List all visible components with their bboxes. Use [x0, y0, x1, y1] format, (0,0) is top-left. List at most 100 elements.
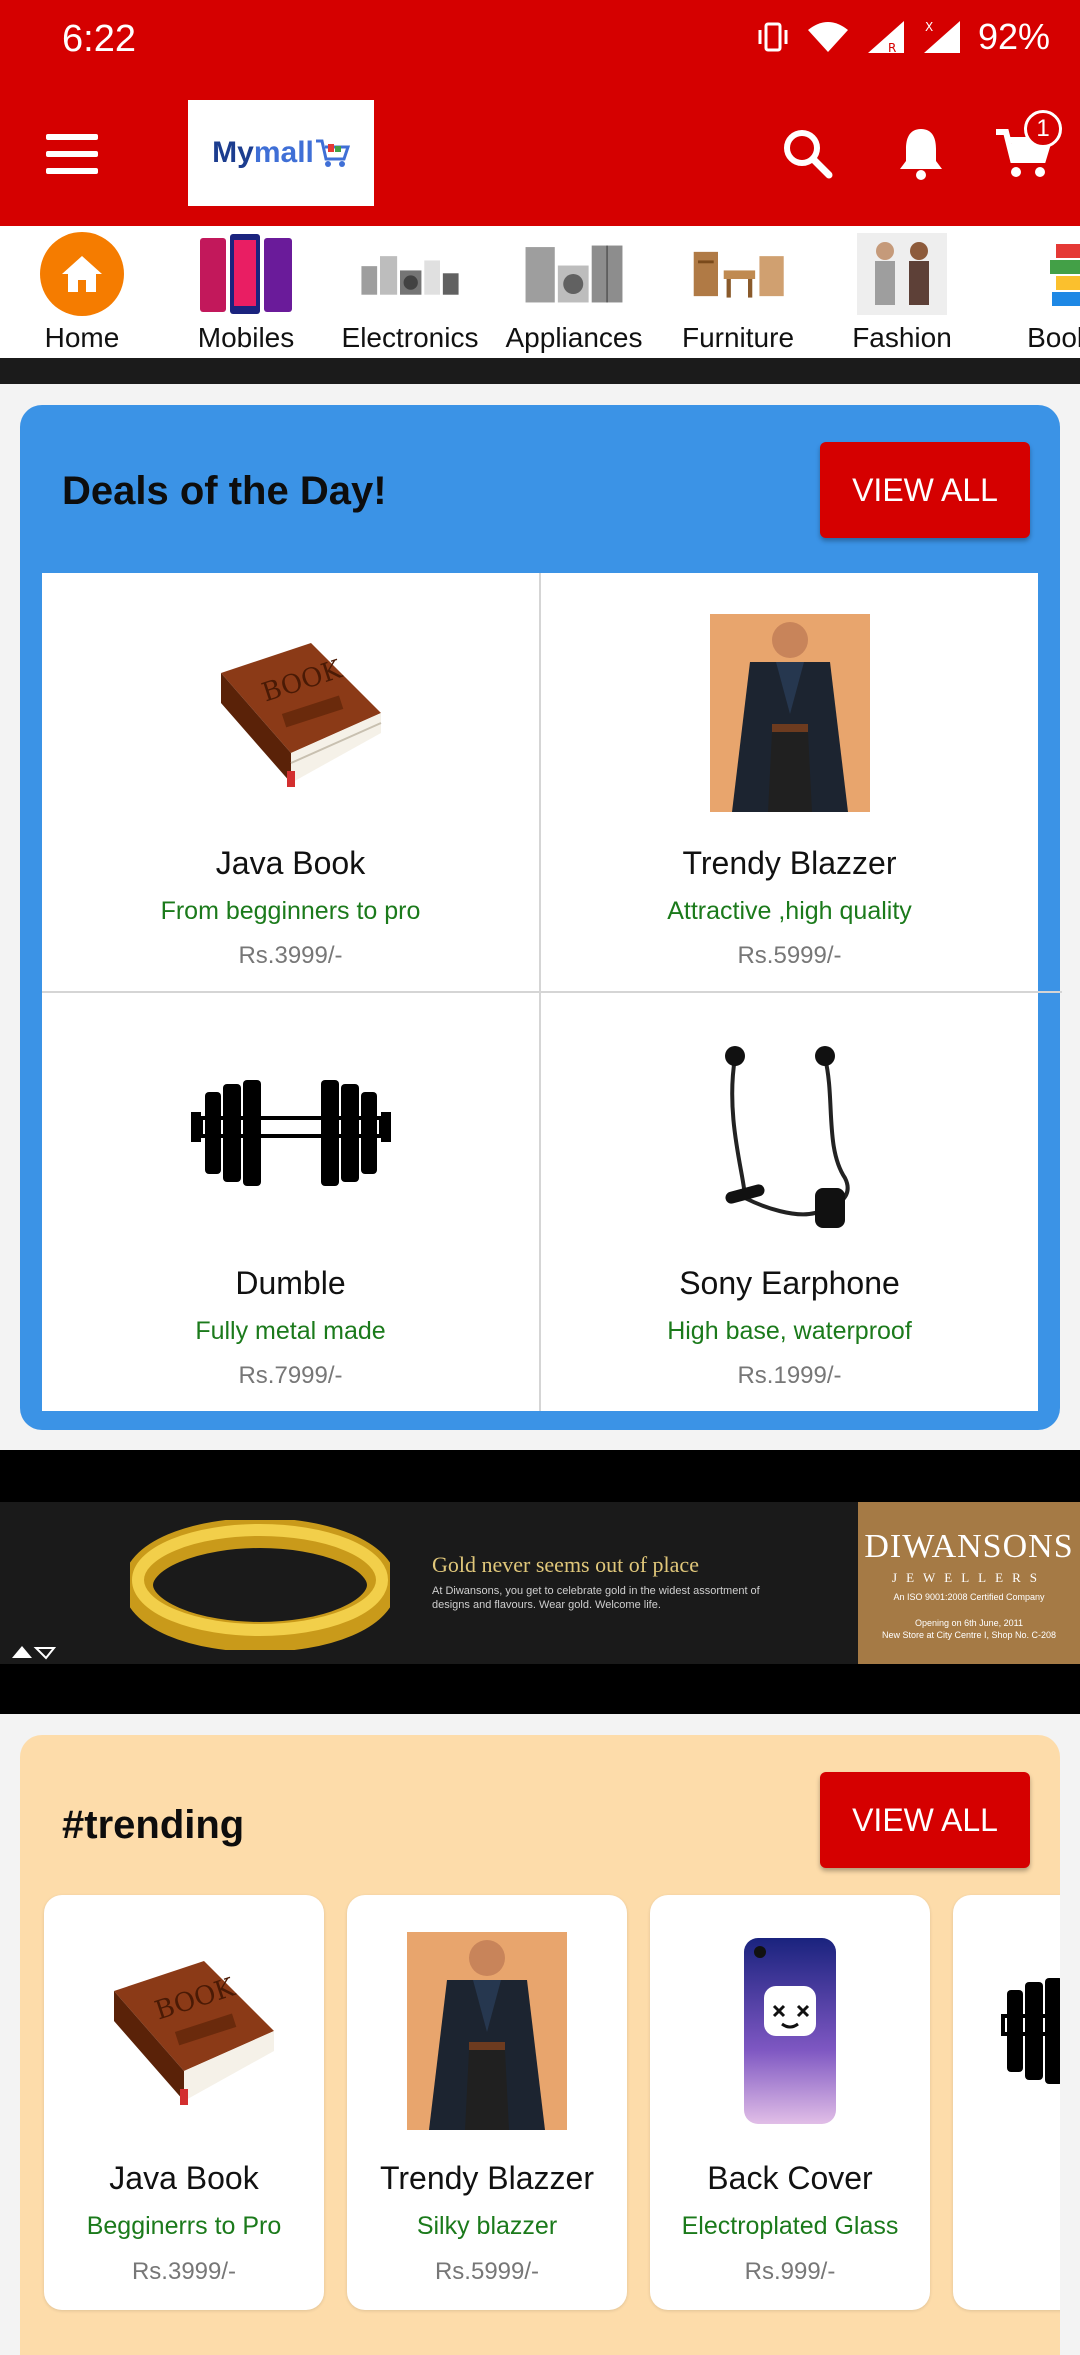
wifi-icon	[807, 22, 848, 52]
earphone-icon	[541, 1033, 1038, 1233]
gold-bangle-icon	[130, 1520, 390, 1650]
notifications-button[interactable]	[888, 120, 954, 186]
deal-price: Rs.7999/-	[238, 1362, 343, 1389]
carousel-banner-peek[interactable]	[0, 358, 1080, 384]
trending-description: Silky blazzer	[416, 2212, 558, 2240]
ad-certification: An ISO 9001:2008 Certified Company	[893, 1592, 1045, 1602]
category-label: Books	[1027, 322, 1080, 353]
deal-item[interactable]: Trendy Blazzer Attractive ,high quality …	[541, 573, 1038, 991]
deal-description: From begginners to pro	[160, 897, 421, 925]
category-furniture[interactable]: Furniture	[658, 232, 818, 358]
trending-name: Java Book	[109, 2160, 259, 2196]
deal-name: Java Book	[215, 845, 366, 881]
trending-item[interactable]: Trendy Blazzer Silky blazzer Rs.5999/-	[347, 1895, 627, 2310]
ad-opening: Opening on 6th June, 2011	[915, 1618, 1023, 1628]
logo-cart-icon	[315, 139, 350, 167]
ad-banner[interactable]: Gold never seems out of place At Diwanso…	[0, 1450, 1080, 1714]
svg-text:R: R	[888, 41, 896, 55]
blazer-icon	[347, 1931, 627, 2131]
dumbbell-icon	[42, 1033, 539, 1233]
fridge-icon	[524, 232, 624, 316]
trending-description: Begginerrs to Pro	[86, 2212, 282, 2240]
category-label: Furniture	[681, 322, 795, 353]
trending-name: Trendy Blazzer	[380, 2160, 594, 2196]
deals-section: Deals of the Day! VIEW ALL BOOK Java Boo…	[20, 405, 1062, 1430]
signal-r-icon: R	[867, 21, 904, 55]
deals-view-all-button[interactable]: VIEW ALL	[820, 442, 1030, 538]
app-logo[interactable]: Mymall	[188, 100, 374, 206]
deal-price: Rs.3999/-	[238, 942, 343, 969]
deal-name: Trendy Blazzer	[682, 845, 897, 881]
ad-subtext: At Diwansons, you get to celebrate gold …	[432, 1585, 760, 1611]
phones-icon	[196, 232, 296, 316]
trending-view-all-button[interactable]: VIEW ALL	[820, 1772, 1030, 1868]
trending-name: Du	[953, 2160, 1060, 2197]
trending-section: #trending VIEW ALL BOOK Java Book Beggin…	[20, 1735, 1060, 2355]
category-books[interactable]: Books	[986, 232, 1080, 358]
books-icon	[1016, 232, 1080, 316]
ad-brand-name: DIWANSONS	[864, 1528, 1074, 1565]
category-home[interactable]: Home	[2, 232, 162, 358]
category-label: Home	[44, 322, 120, 353]
deal-description: Attractive ,high quality	[667, 897, 912, 925]
vibrate-icon	[758, 22, 788, 52]
status-time: 6:22	[62, 18, 136, 60]
ad-slogan: Gold never seems out of place	[432, 1552, 699, 1577]
app-bar: Mymall 1	[0, 80, 1080, 226]
furniture-icon	[688, 232, 788, 316]
deal-name: Sony Earphone	[679, 1265, 900, 1301]
svg-text:X: X	[925, 20, 933, 34]
ad-brand-subtitle: JEWELLERS	[892, 1570, 1046, 1585]
deal-description: Fully metal made	[195, 1317, 386, 1345]
status-icons: R X 92%	[756, 16, 1050, 58]
category-label: Fashion	[852, 322, 952, 353]
status-bar: 6:22 R X 92%	[0, 0, 1080, 80]
bell-icon	[900, 129, 942, 180]
menu-icon[interactable]	[46, 134, 98, 174]
deal-description: High base, waterproof	[667, 1317, 912, 1345]
trending-price: Rs.999/-	[744, 2258, 836, 2285]
book-icon: BOOK	[42, 613, 539, 813]
dumbbell-icon	[953, 1931, 1060, 2131]
trending-name: Back Cover	[707, 2160, 873, 2196]
signal-x-icon: X	[923, 20, 960, 53]
category-appliances[interactable]: Appliances	[494, 232, 654, 358]
ad-brand-panel: DIWANSONS JEWELLERS An ISO 9001:2008 Cer…	[858, 1502, 1080, 1664]
search-button[interactable]	[774, 120, 840, 186]
deal-item[interactable]: BOOK Java Book From begginners to pro Rs…	[42, 573, 539, 991]
ad-banner-image: Gold never seems out of place At Diwanso…	[0, 1502, 1080, 1664]
deal-price: Rs.5999/-	[737, 942, 842, 969]
deal-item[interactable]: Dumble Fully metal made Rs.7999/-	[42, 993, 539, 1411]
trending-price: Rs.5999/-	[434, 2258, 540, 2285]
cart-button[interactable]: 1	[990, 110, 1062, 186]
category-mobiles[interactable]: Mobiles	[166, 232, 326, 358]
logo-text-main: My	[212, 136, 254, 169]
trending-item[interactable]: Du Fu	[953, 1895, 1060, 2310]
deal-price: Rs.1999/-	[737, 1362, 842, 1389]
category-strip[interactable]: Home Mobiles Electronics Appliances Furn…	[0, 226, 1080, 358]
trending-item[interactable]: Back Cover Electroplated Glass Rs.999/-	[650, 1895, 930, 2310]
category-label: Appliances	[505, 322, 643, 353]
trending-title: #trending	[62, 1803, 245, 1847]
trending-item[interactable]: BOOK Java Book Begginerrs to Pro Rs.3999…	[44, 1895, 324, 2310]
ad-store: New Store at City Centre I, Shop No. C-2…	[881, 1630, 1057, 1640]
deal-item[interactable]: Sony Earphone High base, waterproof Rs.1…	[541, 993, 1038, 1411]
search-icon	[784, 130, 833, 179]
book-icon: BOOK	[44, 1931, 324, 2131]
grid-divider-horizontal	[42, 991, 1062, 993]
fashion-icon	[852, 232, 952, 316]
deals-title: Deals of the Day!	[62, 469, 387, 513]
trending-description: Fu	[953, 2212, 1060, 2241]
logo-text-accent: mall	[253, 136, 314, 169]
battery-level: 92%	[977, 16, 1050, 57]
trending-price: Rs.3999/-	[131, 2258, 237, 2285]
category-label: Mobiles	[197, 322, 295, 353]
ad-choices-icon[interactable]	[10, 1642, 56, 1662]
category-fashion[interactable]: Fashion	[822, 232, 982, 358]
trending-description: Electroplated Glass	[681, 2212, 899, 2240]
category-label: Electronics	[341, 322, 479, 353]
top-bar: 6:22 R X 92% Mymall 1	[0, 0, 1080, 226]
deals-grid: BOOK Java Book From begginners to pro Rs…	[42, 573, 1062, 1411]
electronics-icon	[360, 232, 460, 316]
category-electronics[interactable]: Electronics	[330, 232, 490, 358]
